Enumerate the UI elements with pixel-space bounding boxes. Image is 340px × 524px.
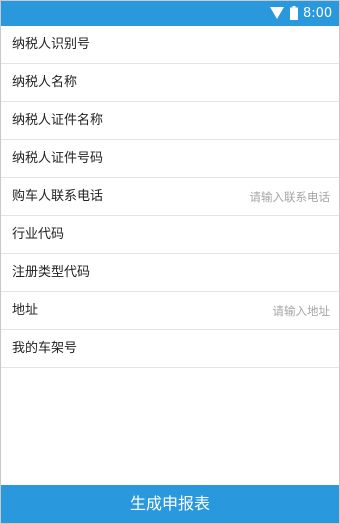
- wifi-icon: [270, 7, 284, 19]
- field-label: 购车人联系电话: [12, 189, 104, 204]
- field-industry-code[interactable]: 行业代码: [1, 216, 339, 254]
- field-label: 纳税人证件号码: [12, 151, 104, 166]
- field-label: 地址: [12, 303, 39, 318]
- taxpayer-cert-number-input[interactable]: [170, 140, 330, 178]
- field-taxpayer-id[interactable]: 纳税人识别号: [1, 26, 339, 64]
- taxpayer-name-input[interactable]: [170, 64, 330, 102]
- field-vin[interactable]: 我的车架号: [1, 330, 339, 368]
- generate-declaration-button[interactable]: 生成申报表: [1, 485, 339, 523]
- field-address[interactable]: 地址: [1, 292, 339, 330]
- field-label: 注册类型代码: [12, 265, 91, 280]
- address-input[interactable]: [170, 292, 330, 330]
- field-taxpayer-name[interactable]: 纳税人名称: [1, 64, 339, 102]
- status-time: 8:00: [303, 6, 333, 21]
- field-registration-type-code[interactable]: 注册类型代码: [1, 254, 339, 292]
- field-taxpayer-cert-name[interactable]: 纳税人证件名称: [1, 102, 339, 140]
- status-bar: 8:00: [1, 1, 339, 26]
- industry-code-input[interactable]: [170, 216, 330, 254]
- field-label: 行业代码: [12, 227, 65, 242]
- field-label: 纳税人证件名称: [12, 113, 104, 128]
- registration-type-code-input[interactable]: [170, 254, 330, 292]
- field-buyer-phone[interactable]: 购车人联系电话: [1, 178, 339, 216]
- declaration-form: 纳税人识别号 纳税人名称 纳税人证件名称 纳税人证件号码 购车人联系电话 行业代…: [1, 26, 339, 368]
- taxpayer-id-input[interactable]: [170, 26, 330, 64]
- app-screen: 8:00 纳税人识别号 纳税人名称 纳税人证件名称 纳税人证件号码 购车人联系电…: [0, 0, 340, 524]
- vin-input[interactable]: [170, 330, 330, 368]
- field-taxpayer-cert-number[interactable]: 纳税人证件号码: [1, 140, 339, 178]
- field-label: 纳税人识别号: [12, 37, 91, 52]
- taxpayer-cert-name-input[interactable]: [170, 102, 330, 140]
- field-label: 纳税人名称: [12, 75, 78, 90]
- battery-icon: [290, 6, 298, 20]
- buyer-phone-input[interactable]: [170, 178, 330, 216]
- field-label: 我的车架号: [12, 341, 78, 356]
